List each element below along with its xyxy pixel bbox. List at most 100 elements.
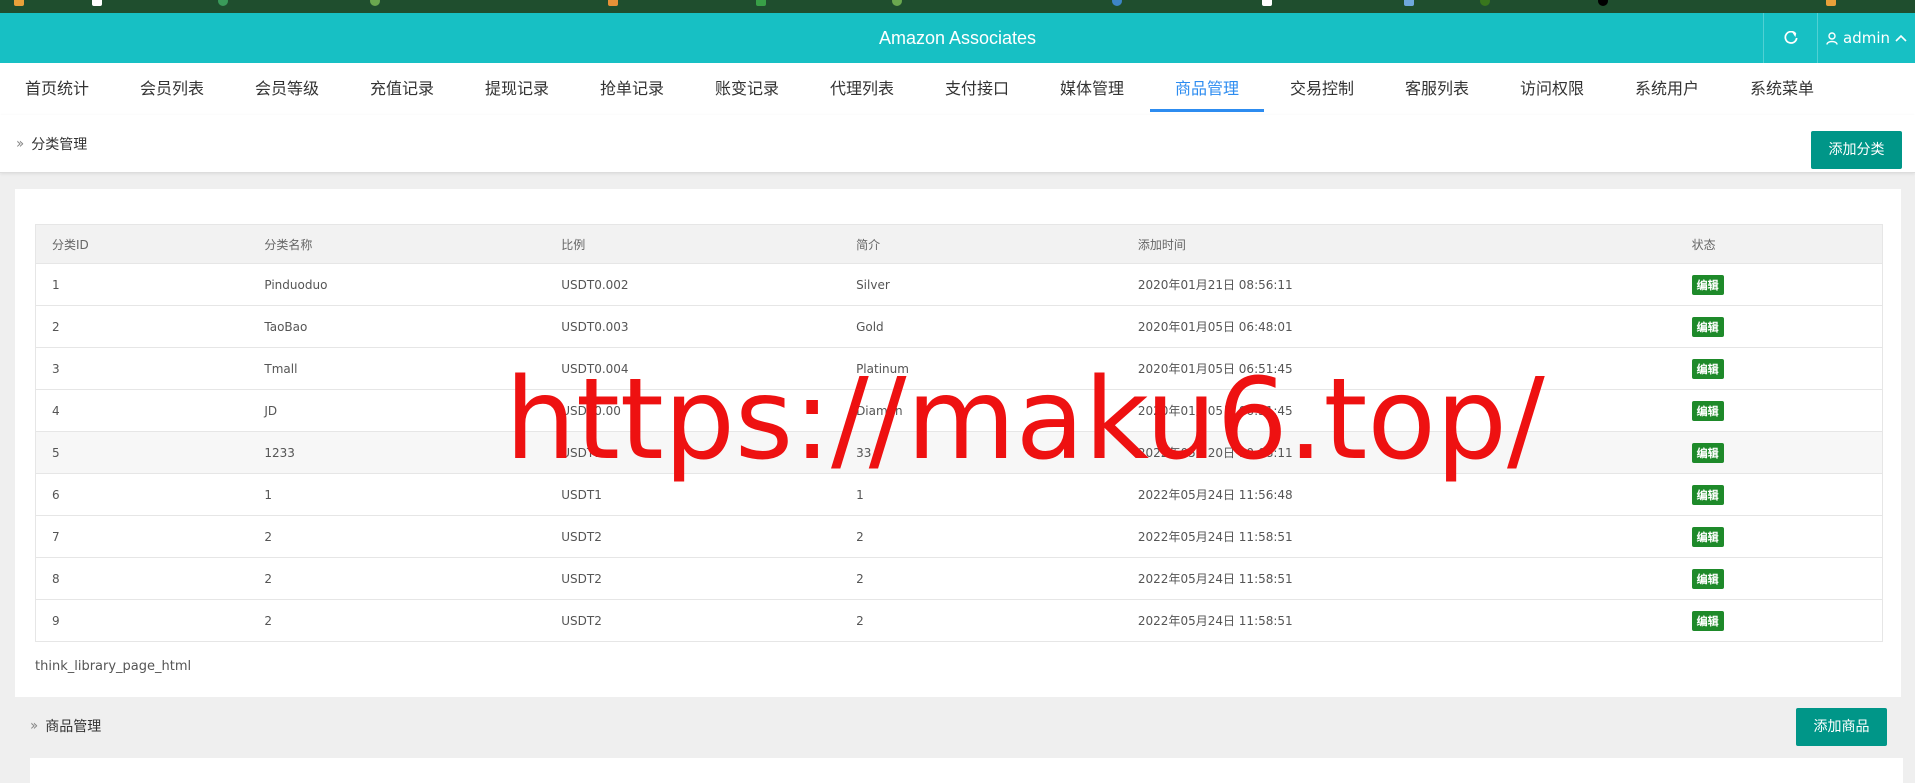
bookmark-icon[interactable]	[1598, 0, 1608, 6]
nav-item-recharge[interactable]: 充值记录	[345, 63, 459, 115]
edit-button[interactable]: 编辑	[1691, 568, 1724, 589]
cell-status: 编辑	[1675, 557, 1883, 600]
cell-ratio: USDT1	[545, 431, 841, 474]
cell-time: 2020年01月05日 06:51:45	[1121, 389, 1676, 432]
edit-button[interactable]: 编辑	[1691, 358, 1724, 379]
cell-ratio: USDT0.002	[545, 263, 841, 306]
edit-button[interactable]: 编辑	[1691, 400, 1724, 421]
refresh-icon	[1783, 31, 1798, 44]
cell-id: 4	[35, 389, 249, 432]
column-header: 分类ID	[35, 224, 249, 264]
table-row: 5 1233 USDT1 33 2022年05月20日 10:08:11 编辑	[35, 431, 1883, 474]
nav-item-media[interactable]: 媒体管理	[1035, 63, 1149, 115]
column-header: 状态	[1675, 224, 1883, 264]
cell-id: 8	[35, 557, 249, 600]
user-menu[interactable]: admin	[1817, 13, 1915, 63]
nav-item-support[interactable]: 客服列表	[1380, 63, 1494, 115]
cell-id: 6	[35, 473, 249, 516]
bookmark-icon[interactable]	[14, 0, 24, 6]
bookmark-icon[interactable]	[370, 0, 380, 6]
table-row: 1 Pinduoduo USDT0.002 Silver 2020年01月21日…	[35, 263, 1883, 306]
nav-item-goods[interactable]: 商品管理	[1150, 63, 1264, 115]
cell-id: 2	[35, 305, 249, 348]
nav-item-withdraw[interactable]: 提现记录	[460, 63, 574, 115]
cell-intro: 1	[840, 473, 1122, 516]
cell-name: Pinduoduo	[248, 263, 546, 306]
column-header: 分类名称	[248, 224, 546, 264]
cell-intro: Gold	[840, 305, 1122, 348]
nav-item-agents[interactable]: 代理列表	[805, 63, 919, 115]
cell-ratio: USDT0.004	[545, 347, 841, 390]
edit-button[interactable]: 编辑	[1691, 316, 1724, 337]
bookmark-icon[interactable]	[92, 0, 102, 6]
edit-button[interactable]: 编辑	[1691, 274, 1724, 295]
cell-time: 2022年05月24日 11:58:51	[1121, 557, 1676, 600]
cell-ratio: USDT0.003	[545, 305, 841, 348]
add-category-button[interactable]: 添加分类	[1811, 131, 1902, 169]
nav-item-system-users[interactable]: 系统用户	[1610, 63, 1724, 115]
cell-name: JD	[248, 389, 546, 432]
cell-status: 编辑	[1675, 389, 1883, 432]
nav-item-member-level[interactable]: 会员等级	[230, 63, 344, 115]
bookmark-icon[interactable]	[892, 0, 902, 6]
nav-item-account-changes[interactable]: 账变记录	[690, 63, 804, 115]
table-row: 8 2 USDT2 2 2022年05月24日 11:58:51 编辑	[35, 557, 1883, 600]
bookmark-icon[interactable]	[1262, 0, 1272, 6]
nav-item-home-stats[interactable]: 首页统计	[0, 63, 114, 115]
category-table-card: 分类ID 分类名称 比例 简介 添加时间 状态 1 Pinduoduo USDT…	[15, 189, 1901, 697]
breadcrumb: ›› 分类管理	[16, 115, 87, 173]
bookmark-icon[interactable]	[1112, 0, 1122, 6]
edit-button[interactable]: 编辑	[1691, 526, 1724, 547]
cell-time: 2022年05月24日 11:58:51	[1121, 599, 1676, 642]
cell-time: 2022年05月24日 11:56:48	[1121, 473, 1676, 516]
bookmark-icon[interactable]	[1826, 0, 1836, 6]
cell-intro: 2	[840, 515, 1122, 558]
cell-ratio: USDT2	[545, 515, 841, 558]
category-table: 分类ID 分类名称 比例 简介 添加时间 状态 1 Pinduoduo USDT…	[35, 224, 1883, 642]
cell-time: 2020年01月05日 06:48:01	[1121, 305, 1676, 348]
user-icon	[1826, 31, 1838, 45]
bookmark-icon[interactable]	[608, 0, 618, 6]
table-row: 3 Tmall USDT0.004 Platinum 2020年01月05日 0…	[35, 347, 1883, 390]
nav-item-system-menu[interactable]: 系统菜单	[1725, 63, 1839, 115]
user-name: admin	[1843, 29, 1890, 47]
breadcrumb-label: 分类管理	[31, 137, 88, 153]
breadcrumb-label: 商品管理	[45, 719, 102, 735]
nav-item-payment[interactable]: 支付接口	[920, 63, 1034, 115]
table-row: 6 1 USDT1 1 2022年05月24日 11:56:48 编辑	[35, 473, 1883, 516]
cell-status: 编辑	[1675, 431, 1883, 474]
edit-button[interactable]: 编辑	[1691, 610, 1724, 631]
table-row: 2 TaoBao USDT0.003 Gold 2020年01月05日 06:4…	[35, 305, 1883, 348]
cell-intro: 33	[840, 431, 1122, 474]
nav-item-member-list[interactable]: 会员列表	[115, 63, 229, 115]
bookmark-icon[interactable]	[756, 0, 766, 6]
double-chevron-icon: ››	[16, 136, 24, 152]
nav-item-orders[interactable]: 抢单记录	[575, 63, 689, 115]
cell-ratio: USDT2	[545, 557, 841, 600]
pagination-placeholder: think_library_page_html	[35, 659, 192, 674]
add-goods-button[interactable]: 添加商品	[1796, 708, 1887, 746]
table-row: 7 2 USDT2 2 2022年05月24日 11:58:51 编辑	[35, 515, 1883, 558]
bookmarks-bar	[0, 0, 1915, 13]
cell-id: 1	[35, 263, 249, 306]
cell-name: 1	[248, 473, 546, 516]
cell-ratio: USDT0.00	[545, 389, 841, 432]
column-header: 添加时间	[1121, 224, 1676, 264]
edit-button[interactable]: 编辑	[1691, 442, 1724, 463]
edit-button[interactable]: 编辑	[1691, 484, 1724, 505]
nav-item-access[interactable]: 访问权限	[1495, 63, 1609, 115]
cell-name: Tmall	[248, 347, 546, 390]
table-row: 4 JD USDT0.00 Diamon 2020年01月05日 06:51:4…	[35, 389, 1883, 432]
bookmark-icon[interactable]	[218, 0, 228, 6]
bookmark-icon[interactable]	[1404, 0, 1414, 6]
chevron-up-icon	[1895, 34, 1907, 42]
nav-item-trade-control[interactable]: 交易控制	[1265, 63, 1379, 115]
cell-ratio: USDT2	[545, 599, 841, 642]
column-header: 比例	[545, 224, 841, 264]
cell-name: 2	[248, 599, 546, 642]
bookmark-icon[interactable]	[1480, 0, 1490, 6]
cell-time: 2022年05月20日 10:08:11	[1121, 431, 1676, 474]
main-nav: 首页统计 会员列表 会员等级 充值记录 提现记录 抢单记录 账变记录 代理列表 …	[0, 63, 1915, 115]
double-chevron-icon: ››	[30, 718, 38, 734]
refresh-button[interactable]	[1763, 13, 1817, 63]
